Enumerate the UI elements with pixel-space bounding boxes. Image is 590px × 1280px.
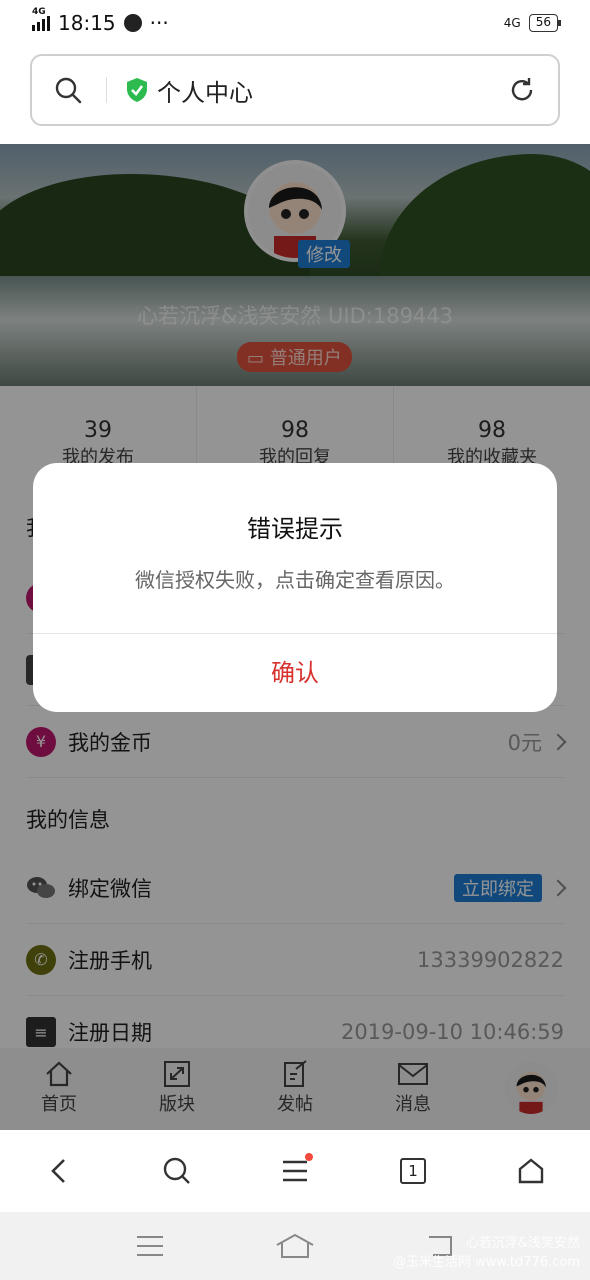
error-dialog: 错误提示 微信授权失败，点击确定查看原因。 确认 [33, 463, 557, 712]
notification-dot [305, 1153, 313, 1161]
search-icon[interactable] [54, 76, 82, 104]
menu-icon [283, 1160, 307, 1182]
search-icon [163, 1157, 190, 1184]
clock: 18:15 [58, 11, 116, 35]
cell-signal-icon: 4G [32, 7, 50, 31]
home-icon [518, 1158, 544, 1184]
network-type-left: 4G [32, 7, 46, 17]
battery-icon: 56 [528, 14, 562, 32]
back-button[interactable] [29, 1141, 89, 1201]
home-icon[interactable] [275, 1233, 315, 1259]
reload-icon[interactable] [508, 76, 536, 104]
back-icon [51, 1159, 65, 1183]
page-title: 个人中心 [157, 78, 253, 107]
network-type-right: 4G [503, 16, 521, 30]
dialog-message: 微信授权失败，点击确定查看原因。 [135, 568, 455, 592]
compass-icon [123, 14, 142, 32]
menu-button[interactable] [265, 1141, 325, 1201]
browser-search-button[interactable] [147, 1141, 207, 1201]
browser-toolbar: 1 [0, 1130, 590, 1212]
browser-home-button[interactable] [501, 1141, 561, 1201]
status-bar: 4G 18:15 ··· 4G 56 [0, 0, 590, 46]
divider [106, 77, 107, 103]
recent-apps-icon[interactable] [135, 1234, 165, 1258]
watermark: 心若沉浮&浅笑安然 @玉米生活网 www.td776.com [393, 1232, 580, 1270]
tab-count: 1 [400, 1158, 426, 1184]
shield-icon [127, 78, 147, 102]
dialog-title: 错误提示 [247, 515, 343, 543]
address-bar[interactable]: 个人中心 [30, 54, 560, 126]
tabs-button[interactable]: 1 [383, 1141, 443, 1201]
more-dots-icon: ··· [149, 11, 169, 35]
watermark-line: @玉米生活网 www.td776.com [392, 1255, 580, 1270]
address-bar-container: 个人中心 [0, 46, 590, 144]
watermark-line: 心若沉浮&浅笑安然 [465, 1236, 580, 1251]
confirm-button[interactable]: 确认 [33, 634, 557, 712]
